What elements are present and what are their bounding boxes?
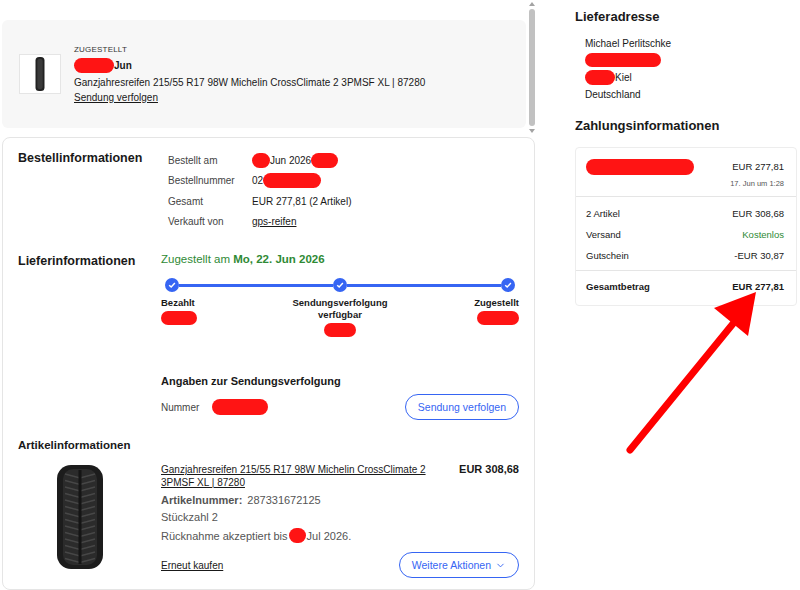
- address-city: Kiel: [585, 70, 797, 85]
- info-label: Bestellt am: [168, 155, 252, 166]
- redaction-mark: [263, 173, 321, 188]
- shipment-card: ZUGESTELLT Jun Ganzjahresreifen 215/55 R17…: [2, 20, 526, 128]
- order-details-page: ZUGESTELLT Jun Ganzjahresreifen 215/55 R17…: [0, 0, 800, 590]
- highlight-arrow-icon: [618, 286, 778, 458]
- progress-tracker: [161, 278, 519, 292]
- item-title-link[interactable]: Ganzjahresreifen 215/55 R17 98W Michelin…: [161, 463, 449, 489]
- address-heading: Lieferadresse: [575, 9, 797, 24]
- redaction-mark: [74, 58, 114, 73]
- redaction-mark: [324, 323, 356, 337]
- payment-method-row: EUR 277,81: [586, 156, 784, 177]
- item-section: Ganzjahresreifen 215/55 R17 98W Michelin…: [18, 459, 519, 578]
- value-text: gps-reifen: [252, 216, 296, 227]
- tire-icon: [31, 56, 49, 92]
- info-label: Gesamt: [168, 196, 252, 207]
- city-text: Kiel: [615, 71, 632, 84]
- address-name: Michael Perlitschke: [585, 37, 797, 50]
- delivery-status: Zugestellt am Mo, 22. Jun 2026: [161, 253, 519, 265]
- redaction-mark: [311, 153, 338, 168]
- tracking-heading: Angaben zur Sendungsverfolgung: [161, 375, 519, 387]
- check-icon: [336, 281, 344, 289]
- scroll-down-icon[interactable]: [529, 129, 535, 133]
- more-actions-button[interactable]: Weitere Aktionen: [399, 552, 519, 578]
- redaction-mark: [161, 311, 197, 325]
- section-heading: Artikelinformationen: [18, 438, 519, 451]
- payment-heading: Zahlungsinformationen: [575, 118, 797, 133]
- delivery-address: Michael Perlitschke Kiel Deutschland: [575, 37, 797, 101]
- order-card: Bestellinformationen Bestellt am Jun 2026 B…: [2, 137, 535, 590]
- item-number: Artikelnummer:287331672125: [161, 494, 519, 506]
- item-quantity: Stückzahl 2: [161, 511, 519, 523]
- info-label: Verkauft von: [168, 216, 252, 227]
- progress-line: [179, 284, 333, 287]
- step-marker: [501, 278, 515, 292]
- summary-column: Lieferadresse Michael Perlitschke Kiel Deut…: [575, 0, 797, 590]
- info-value: EUR 277,81 (2 Artikel): [252, 196, 519, 207]
- order-info-section: Bestellinformationen Bestellt am Jun 2026 B…: [18, 150, 519, 232]
- value-text: 02: [252, 175, 263, 186]
- shipment-status: ZUGESTELLT: [74, 45, 425, 54]
- item-price: EUR 308,68: [459, 463, 519, 489]
- step-label: Bezahlt: [161, 297, 285, 337]
- step-marker: [165, 278, 179, 292]
- info-value: Jun 2026: [252, 153, 519, 168]
- delivery-section: LieferinformationenZugestellt am Mo, 22.…: [18, 253, 519, 420]
- redaction-mark: [212, 399, 268, 415]
- payment-line: VersandKostenlos: [586, 224, 784, 245]
- payment-line: 2 ArtikelEUR 308,68: [586, 203, 784, 224]
- info-value: 02: [252, 173, 519, 188]
- shipment-title: Ganzjahresreifen 215/55 R17 98W Michelin…: [74, 77, 425, 88]
- shipment-date: Jun: [74, 58, 425, 73]
- payment-box: EUR 277,81 17. Jun um 1:28 2 ArtikelEUR 30…: [575, 147, 797, 306]
- scroll-up-icon[interactable]: [529, 2, 535, 6]
- payment-line: Gutschein-EUR 30,87: [586, 245, 784, 266]
- seller-link[interactable]: gps-reifen: [252, 216, 519, 227]
- redaction-mark: [585, 53, 661, 67]
- track-shipment-button[interactable]: Sendung verfolgen: [405, 394, 519, 420]
- date-text: Jun: [114, 60, 132, 71]
- value-text: Jun 2026: [270, 155, 311, 166]
- tracking-label: Nummer: [161, 402, 199, 413]
- scrollbar[interactable]: [528, 0, 536, 135]
- track-shipment-link[interactable]: Sendung verfolgen: [74, 92, 425, 103]
- redaction-mark: [477, 311, 519, 325]
- order-column: ZUGESTELLT Jun Ganzjahresreifen 215/55 R17…: [0, 0, 537, 590]
- shipment-region: ZUGESTELLT Jun Ganzjahresreifen 215/55 R17…: [2, 0, 537, 135]
- redaction-mark: [252, 153, 270, 168]
- item-thumbnail: [19, 54, 61, 94]
- return-text: Jul 2026.: [307, 530, 352, 542]
- return-text: Rücknahme akzeptiert bis: [161, 530, 288, 542]
- value-text: EUR 277,81 (2 Artikel): [252, 196, 352, 207]
- return-info: Rücknahme akzeptiert bis Jul 2026.: [161, 528, 519, 543]
- payment-time: 17. Jun um 1:28: [586, 179, 784, 188]
- step-label: Zugestellt: [395, 297, 519, 337]
- buy-again-link[interactable]: Erneut kaufen: [161, 560, 223, 571]
- scroll-thumb[interactable]: [529, 9, 535, 126]
- redaction-mark: [585, 70, 615, 85]
- section-heading: Lieferinformationen: [18, 253, 161, 420]
- check-icon: [504, 281, 512, 289]
- step-marker: [333, 278, 347, 292]
- address-country: Deutschland: [585, 88, 797, 101]
- redaction-mark: [586, 159, 694, 175]
- check-icon: [168, 281, 176, 289]
- tire-image-icon: [55, 464, 105, 570]
- progress-line: [347, 284, 501, 287]
- redaction-mark: [289, 528, 306, 543]
- step-label: Sendungsverfolgung verfügbar: [285, 297, 395, 337]
- section-heading: Bestellinformationen: [18, 150, 161, 232]
- chevron-down-icon: [495, 560, 506, 571]
- info-label: Bestellnummer: [168, 175, 252, 186]
